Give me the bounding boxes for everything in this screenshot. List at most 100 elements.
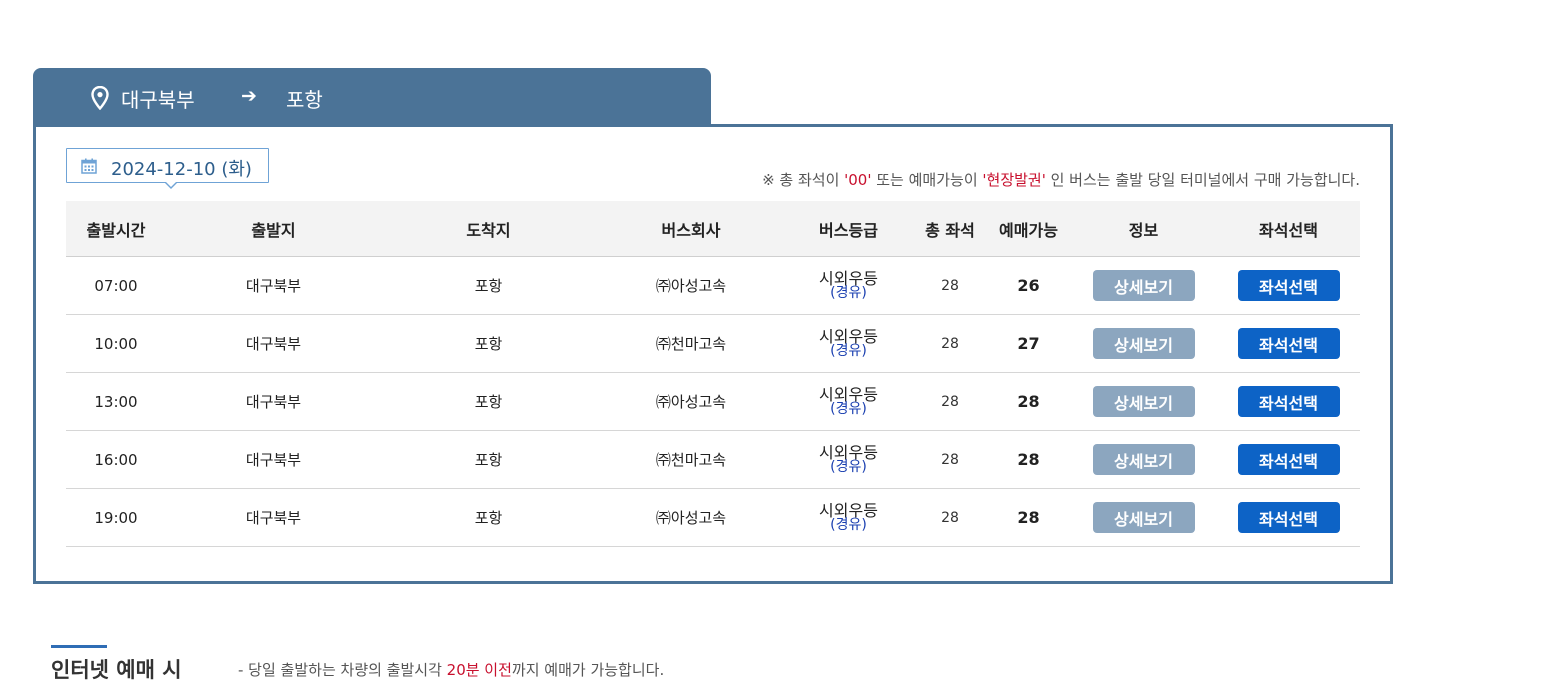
bus-company: ㈜아성고속 bbox=[655, 277, 727, 295]
route-origin: 대구북부 bbox=[121, 88, 195, 112]
departure-time: 16:00 bbox=[94, 450, 138, 469]
info-highlight: 20분 이전 bbox=[446, 661, 512, 679]
destination: 포항 bbox=[474, 335, 503, 353]
seat-cell: 좌석선택 bbox=[1236, 315, 1341, 372]
grade-name: 시외우등 bbox=[819, 500, 878, 520]
bus-company: ㈜아성고속 bbox=[655, 393, 727, 411]
departure-time: 13:00 bbox=[94, 392, 138, 411]
grade-route: (경유) bbox=[830, 400, 867, 417]
detail-button[interactable]: 상세보기 bbox=[1092, 502, 1195, 533]
destination: 포항 bbox=[474, 277, 503, 295]
table-row: 13:00 대구북부 포항 ㈜아성고속 시외우등 (경유) 28 28 상세보기 … bbox=[66, 373, 1360, 431]
seat-select-button[interactable]: 좌석선택 bbox=[1237, 444, 1340, 475]
schedule-panel: 2024-12-10 (화) ※ 총 좌석이 '00' 또는 예매가능이 '현장… bbox=[33, 124, 1393, 584]
route-header: 대구북부 ➔ 포항 bbox=[33, 68, 711, 126]
notice-middle: 또는 예매가능이 bbox=[871, 171, 983, 189]
arrow-right-icon: ➔ bbox=[241, 85, 257, 107]
departure-time: 10:00 bbox=[94, 334, 138, 353]
info-title: 인터넷 예매 시 bbox=[51, 658, 182, 682]
detail-cell: 상세보기 bbox=[1091, 373, 1196, 430]
info-prefix: - 당일 출발하는 차량의 출발시각 bbox=[238, 661, 447, 679]
available-seats: 28 bbox=[1017, 450, 1040, 469]
seat-select-button[interactable]: 좌석선택 bbox=[1237, 386, 1340, 417]
available-seats: 28 bbox=[1017, 508, 1040, 527]
detail-cell: 상세보기 bbox=[1091, 315, 1196, 372]
header-departure-time: 출발시간 bbox=[86, 220, 146, 240]
table-row: 19:00 대구북부 포항 ㈜아성고속 시외우등 (경유) 28 28 상세보기 … bbox=[66, 489, 1360, 547]
origin: 대구북부 bbox=[245, 451, 302, 469]
destination: 포항 bbox=[474, 451, 503, 469]
origin: 대구북부 bbox=[245, 277, 302, 295]
map-pin-icon bbox=[91, 85, 109, 111]
seat-cell: 좌석선택 bbox=[1236, 489, 1341, 546]
total-seats: 28 bbox=[941, 277, 959, 294]
detail-button[interactable]: 상세보기 bbox=[1092, 386, 1195, 417]
date-text: 2024-12-10 (화) bbox=[111, 159, 252, 180]
origin: 대구북부 bbox=[245, 393, 302, 411]
info-suffix: 까지 예매가 가능합니다. bbox=[511, 661, 665, 679]
bus-company: ㈜아성고속 bbox=[655, 509, 727, 527]
date-display[interactable]: 2024-12-10 (화) bbox=[66, 148, 269, 189]
info-accent-bar bbox=[51, 645, 107, 648]
detail-button[interactable]: 상세보기 bbox=[1092, 328, 1195, 359]
total-seats: 28 bbox=[941, 393, 959, 410]
seat-select-button[interactable]: 좌석선택 bbox=[1237, 270, 1340, 301]
bus-grade: 시외우등 (경유) bbox=[786, 373, 911, 430]
grade-name: 시외우등 bbox=[819, 384, 878, 404]
notice-prefix: ※ 총 좌석이 bbox=[762, 171, 845, 189]
route-destination: 포항 bbox=[286, 88, 323, 112]
grade-name: 시외우등 bbox=[819, 442, 878, 462]
available-seats: 26 bbox=[1017, 276, 1040, 295]
detail-cell: 상세보기 bbox=[1091, 257, 1196, 314]
grade-route: (경유) bbox=[830, 516, 867, 533]
info-text: - 당일 출발하는 차량의 출발시각 20분 이전까지 예매가 가능합니다. bbox=[238, 659, 664, 680]
header-seat-select: 좌석선택 bbox=[1259, 220, 1318, 240]
available-seats: 27 bbox=[1017, 334, 1040, 353]
origin: 대구북부 bbox=[245, 335, 302, 353]
seat-cell: 좌석선택 bbox=[1236, 431, 1341, 488]
table-row: 10:00 대구북부 포항 ㈜천마고속 시외우등 (경유) 28 27 상세보기 … bbox=[66, 315, 1360, 373]
detail-cell: 상세보기 bbox=[1091, 489, 1196, 546]
schedule-table: 출발시간 출발지 도착지 버스회사 버스등급 총 좌석 예매가능 정보 좌석선택… bbox=[66, 201, 1360, 547]
destination: 포항 bbox=[474, 393, 503, 411]
total-seats: 28 bbox=[941, 451, 959, 468]
available-seats: 28 bbox=[1017, 392, 1040, 411]
bus-grade: 시외우등 (경유) bbox=[786, 315, 911, 372]
origin: 대구북부 bbox=[245, 509, 302, 527]
bus-grade: 시외우등 (경유) bbox=[786, 489, 911, 546]
departure-time: 07:00 bbox=[94, 276, 138, 295]
calendar-icon bbox=[81, 158, 97, 174]
total-seats: 28 bbox=[941, 509, 959, 526]
grade-route: (경유) bbox=[830, 284, 867, 301]
bus-grade: 시외우등 (경유) bbox=[786, 257, 911, 314]
seat-select-button[interactable]: 좌석선택 bbox=[1237, 502, 1340, 533]
detail-button[interactable]: 상세보기 bbox=[1092, 270, 1195, 301]
grade-name: 시외우등 bbox=[819, 326, 878, 346]
detail-cell: 상세보기 bbox=[1091, 431, 1196, 488]
header-bus-company: 버스회사 bbox=[661, 220, 721, 240]
header-available: 예매가능 bbox=[999, 220, 1058, 240]
seat-cell: 좌석선택 bbox=[1236, 257, 1341, 314]
notice-zero: '00' bbox=[844, 171, 872, 189]
grade-name: 시외우등 bbox=[819, 268, 878, 288]
destination: 포항 bbox=[474, 509, 503, 527]
table-row: 07:00 대구북부 포항 ㈜아성고속 시외우등 (경유) 28 26 상세보기 … bbox=[66, 257, 1360, 315]
header-info: 정보 bbox=[1128, 220, 1159, 240]
grade-route: (경유) bbox=[830, 458, 867, 475]
bus-grade: 시외우등 (경유) bbox=[786, 431, 911, 488]
total-seats: 28 bbox=[941, 335, 959, 352]
header-destination: 도착지 bbox=[466, 220, 511, 240]
notice-suffix: 인 버스는 출발 당일 터미널에서 구매 가능합니다. bbox=[1045, 171, 1360, 189]
detail-button[interactable]: 상세보기 bbox=[1092, 444, 1195, 475]
date-pointer-inner bbox=[166, 182, 176, 187]
header-origin: 출발지 bbox=[251, 220, 296, 240]
table-header: 출발시간 출발지 도착지 버스회사 버스등급 총 좌석 예매가능 정보 좌석선택 bbox=[66, 201, 1360, 257]
seat-select-button[interactable]: 좌석선택 bbox=[1237, 328, 1340, 359]
notice-onsite: '현장발권' bbox=[982, 171, 1046, 189]
bus-company: ㈜천마고속 bbox=[655, 335, 727, 353]
grade-route: (경유) bbox=[830, 342, 867, 359]
table-row: 16:00 대구북부 포항 ㈜천마고속 시외우등 (경유) 28 28 상세보기 … bbox=[66, 431, 1360, 489]
header-total-seats: 총 좌석 bbox=[925, 220, 975, 240]
departure-time: 19:00 bbox=[94, 508, 138, 527]
purchase-notice: ※ 총 좌석이 '00' 또는 예매가능이 '현장발권' 인 버스는 출발 당일… bbox=[762, 169, 1360, 190]
